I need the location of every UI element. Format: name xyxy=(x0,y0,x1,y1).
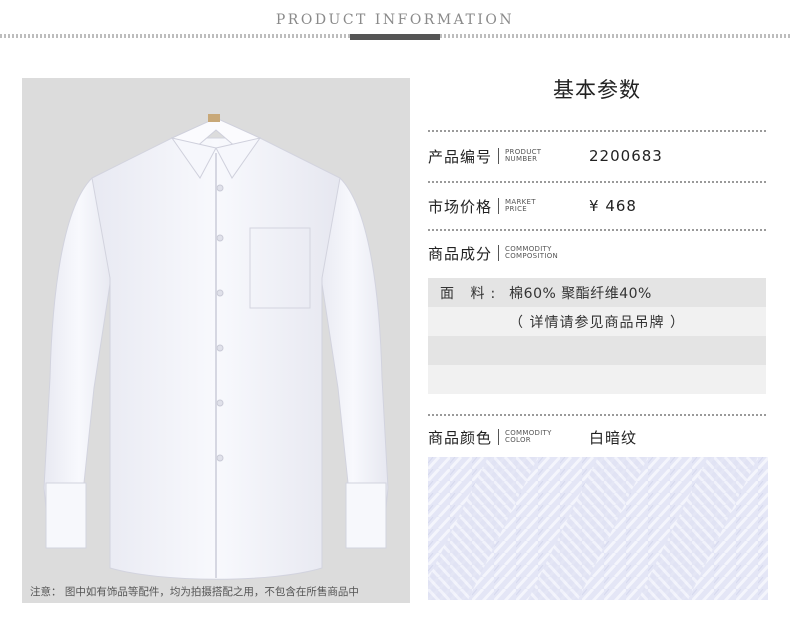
dotted-separator xyxy=(428,414,766,416)
detail-band: （ 详情请参见商品吊牌 ） xyxy=(428,307,766,336)
empty-band xyxy=(428,336,766,365)
composition-label: 商品成分 xyxy=(428,244,493,263)
label-divider xyxy=(498,148,500,164)
dotted-separator xyxy=(428,229,766,231)
color-value: 白暗纹 xyxy=(589,428,638,447)
dotted-separator xyxy=(428,181,766,183)
detail-note: （ 详情请参见商品吊牌 ） xyxy=(509,314,685,331)
product-photo: 注意： 图中如有饰品等配件，均为拍摄搭配之用，不包含在所售商品中 xyxy=(22,78,410,603)
dotted-separator xyxy=(428,130,766,132)
product-number-label: 产品编号 xyxy=(428,147,493,166)
color-row: 商品颜色 COMMODITY COLOR 白暗纹 xyxy=(428,425,766,449)
page-header-title: PRODUCT INFORMATION xyxy=(275,12,515,28)
fabric-texture xyxy=(428,457,768,600)
shirt-illustration xyxy=(43,114,389,580)
market-price-value: ¥ 468 xyxy=(589,197,637,215)
market-price-en-label: MARKET PRICE xyxy=(505,198,536,213)
empty-band xyxy=(428,365,766,394)
market-price-row: 市场价格 MARKET PRICE ¥ 468 xyxy=(428,194,766,218)
label-divider xyxy=(498,245,500,261)
material-band: 面 料: 棉60% 聚酯纤维40% xyxy=(428,278,766,307)
product-number-value: 2200683 xyxy=(589,147,663,165)
product-number-row: 产品编号 PRODUCT NUMBER 2200683 xyxy=(428,144,766,168)
material-value: 棉60% 聚酯纤维40% xyxy=(509,285,652,302)
market-price-label: 市场价格 xyxy=(428,197,493,216)
header-accent-bar xyxy=(350,34,440,40)
color-label: 商品颜色 xyxy=(428,428,493,447)
color-en-label: COMMODITY COLOR xyxy=(505,429,552,444)
section-title: 基本参数 xyxy=(553,78,641,102)
fabric-swatch xyxy=(428,457,768,600)
composition-en-label: COMMODITY COMPOSITION xyxy=(505,245,559,260)
material-label: 面 料: xyxy=(440,285,502,302)
composition-row: 商品成分 COMMODITY COMPOSITION xyxy=(428,241,766,265)
label-divider xyxy=(498,429,500,445)
label-divider xyxy=(498,198,500,214)
product-number-en-label: PRODUCT NUMBER xyxy=(505,148,542,163)
photo-disclaimer: 注意： 图中如有饰品等配件，均为拍摄搭配之用，不包含在所售商品中 xyxy=(30,586,359,598)
